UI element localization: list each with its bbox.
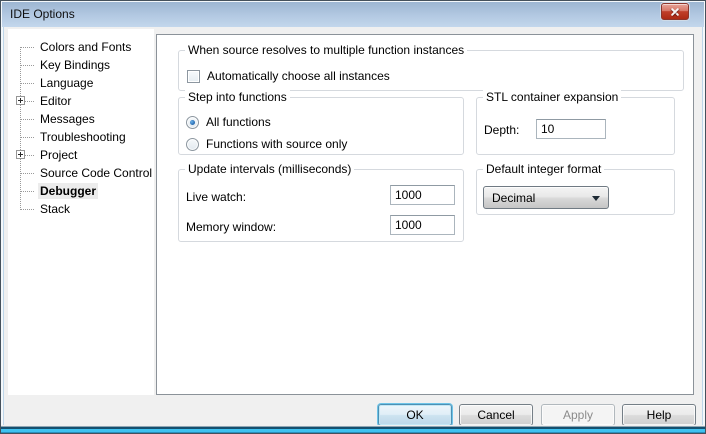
sidebar-item-label: Messages bbox=[38, 111, 97, 127]
checkbox-label: Automatically choose all instances bbox=[207, 69, 390, 83]
radio-all-functions[interactable]: All functions bbox=[186, 115, 271, 129]
live-watch-input[interactable] bbox=[390, 185, 455, 205]
integer-format-select[interactable]: Decimal bbox=[483, 186, 609, 209]
group-title: Update intervals (milliseconds) bbox=[185, 162, 354, 176]
auto-choose-instances-row[interactable]: Automatically choose all instances bbox=[187, 69, 390, 83]
sidebar-item-label: Editor bbox=[38, 93, 73, 109]
sidebar-item-debugger[interactable]: Debugger bbox=[8, 182, 154, 200]
sidebar-item-label: Language bbox=[38, 75, 95, 91]
chevron-down-icon bbox=[592, 196, 600, 201]
group-step-into-functions: Step into functions All functions Functi… bbox=[178, 97, 464, 155]
radio-label: All functions bbox=[206, 115, 271, 129]
apply-button[interactable]: Apply bbox=[541, 404, 615, 426]
help-button[interactable]: Help bbox=[622, 404, 696, 426]
radio-functions-with-source-only[interactable]: Functions with source only bbox=[186, 137, 347, 151]
sidebar-item-stack[interactable]: Stack bbox=[8, 200, 154, 218]
group-title: STL container expansion bbox=[483, 90, 621, 104]
sidebar-item-label: Project bbox=[38, 147, 79, 163]
memory-window-input[interactable] bbox=[390, 215, 455, 235]
group-update-intervals: Update intervals (milliseconds) Live wat… bbox=[178, 169, 464, 242]
depth-label: Depth: bbox=[484, 123, 519, 137]
sidebar-item-editor[interactable]: Editor bbox=[8, 92, 154, 110]
sidebar-item-label: Debugger bbox=[38, 183, 98, 199]
titlebar[interactable]: IDE Options bbox=[2, 2, 704, 27]
sidebar-item-label: Stack bbox=[38, 201, 72, 217]
radio-selected-icon[interactable] bbox=[186, 116, 199, 129]
cancel-button[interactable]: Cancel bbox=[459, 404, 533, 426]
group-title: When source resolves to multiple functio… bbox=[185, 43, 467, 57]
radio-unselected-icon[interactable] bbox=[186, 138, 199, 151]
group-default-integer-format: Default integer format Decimal bbox=[476, 169, 675, 215]
sidebar-item-source-code-control[interactable]: Source Code Control bbox=[8, 164, 154, 182]
sidebar-item-language[interactable]: Language bbox=[8, 74, 154, 92]
group-title: Default integer format bbox=[483, 162, 604, 176]
group-multiple-function-instances: When source resolves to multiple functio… bbox=[178, 50, 684, 91]
sidebar-item-key-bindings[interactable]: Key Bindings bbox=[8, 56, 154, 74]
group-title: Step into functions bbox=[185, 90, 290, 104]
live-watch-label: Live watch: bbox=[186, 190, 246, 204]
group-stl-container-expansion: STL container expansion Depth: bbox=[476, 97, 675, 155]
sidebar-item-colors-and-fonts[interactable]: Colors and Fonts bbox=[8, 38, 154, 56]
close-icon bbox=[662, 4, 688, 19]
memory-window-label: Memory window: bbox=[186, 220, 276, 234]
tree-expand-plus-icon[interactable] bbox=[16, 150, 25, 159]
sidebar-item-label: Key Bindings bbox=[38, 57, 112, 73]
close-button[interactable] bbox=[661, 3, 689, 20]
sidebar-item-label: Colors and Fonts bbox=[38, 39, 133, 55]
sidebar-item-troubleshooting[interactable]: Troubleshooting bbox=[8, 128, 154, 146]
radio-label: Functions with source only bbox=[206, 137, 347, 151]
tree-expand-plus-icon[interactable] bbox=[16, 96, 25, 105]
checkbox-unchecked-icon[interactable] bbox=[187, 70, 200, 83]
combo-selected-value: Decimal bbox=[484, 191, 535, 205]
sidebar-item-messages[interactable]: Messages bbox=[8, 110, 154, 128]
dialog-window: IDE Options Colors and Fonts Key Binding… bbox=[0, 0, 706, 434]
sidebar-item-label: Source Code Control bbox=[38, 165, 154, 181]
debugger-options-panel: When source resolves to multiple functio… bbox=[156, 34, 694, 395]
window-bottom-edge bbox=[1, 425, 705, 433]
ok-button[interactable]: OK bbox=[378, 404, 452, 426]
depth-input[interactable] bbox=[536, 119, 606, 139]
sidebar-item-label: Troubleshooting bbox=[38, 129, 128, 145]
window-title: IDE Options bbox=[10, 2, 75, 27]
options-category-tree: Colors and Fonts Key Bindings Language E… bbox=[8, 29, 154, 395]
sidebar-item-project[interactable]: Project bbox=[8, 146, 154, 164]
